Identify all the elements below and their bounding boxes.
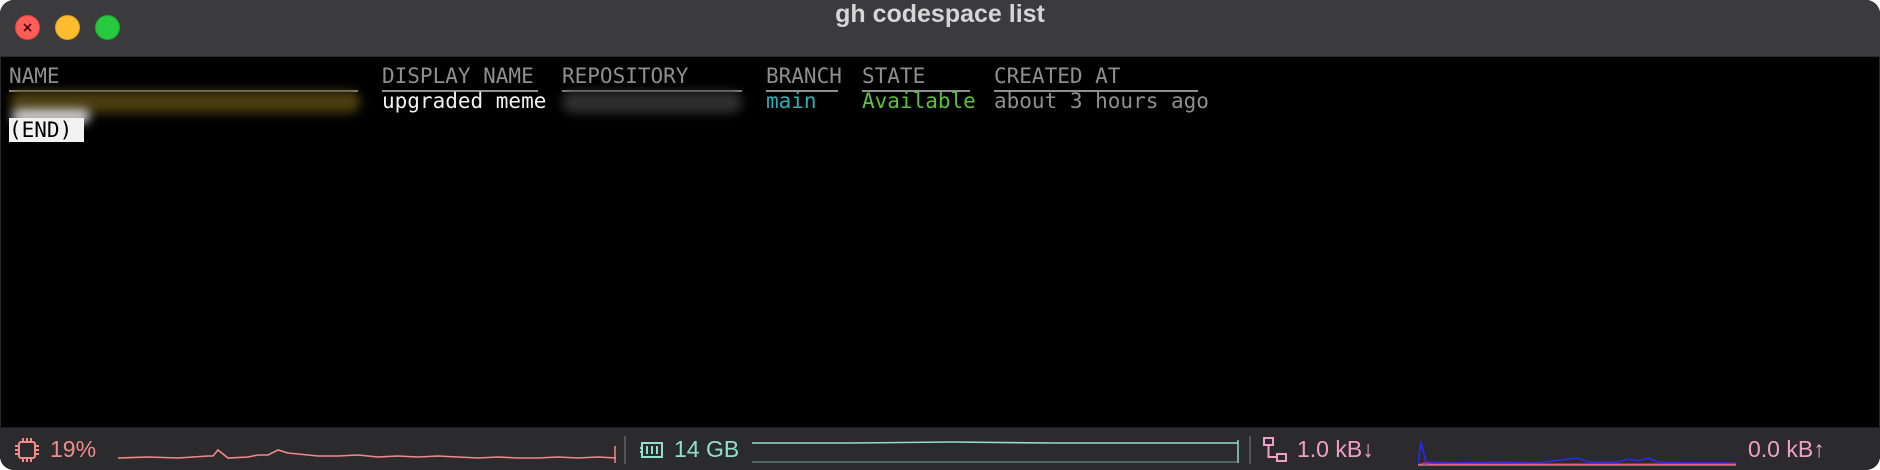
- cell-state: Available: [862, 89, 976, 113]
- memory-value: 14 GB: [674, 436, 740, 462]
- header-repository: REPOSITORY: [562, 63, 742, 92]
- title-bar: × gh codespace list: [0, 0, 1880, 57]
- redacted-repository: [562, 91, 742, 113]
- status-separator: [1249, 436, 1251, 464]
- status-separator: [624, 436, 626, 464]
- terminal-output[interactable]: NAME DISPLAY NAME REPOSITORY BRANCH STAT…: [0, 57, 1880, 427]
- cpu-value: 19%: [50, 436, 97, 462]
- cell-branch: main: [766, 89, 817, 113]
- cell-display-name: upgraded meme: [382, 89, 547, 113]
- cell-created-at: about 3 hours ago: [994, 89, 1209, 113]
- network-sparkline: [1418, 441, 1736, 466]
- network-down-value: 1.0 kB↓: [1297, 436, 1374, 462]
- network-up-value: 0.0 kB↑: [1748, 436, 1825, 462]
- terminal-window: × gh codespace list NAME DISPLAY NAME RE…: [0, 0, 1880, 470]
- status-bar: 19% 14 GB 1.0 kB↓ 0.0 kB↑: [0, 427, 1880, 470]
- memory-sparkline: [752, 440, 1239, 463]
- header-name: NAME: [9, 63, 358, 92]
- memory-icon: [640, 442, 663, 458]
- window-title: gh codespace list: [835, 0, 1045, 28]
- pager-end-marker: (END): [9, 118, 85, 142]
- cpu-icon: [15, 438, 39, 462]
- network-icon: [1263, 437, 1287, 462]
- cpu-sparkline: [118, 446, 616, 463]
